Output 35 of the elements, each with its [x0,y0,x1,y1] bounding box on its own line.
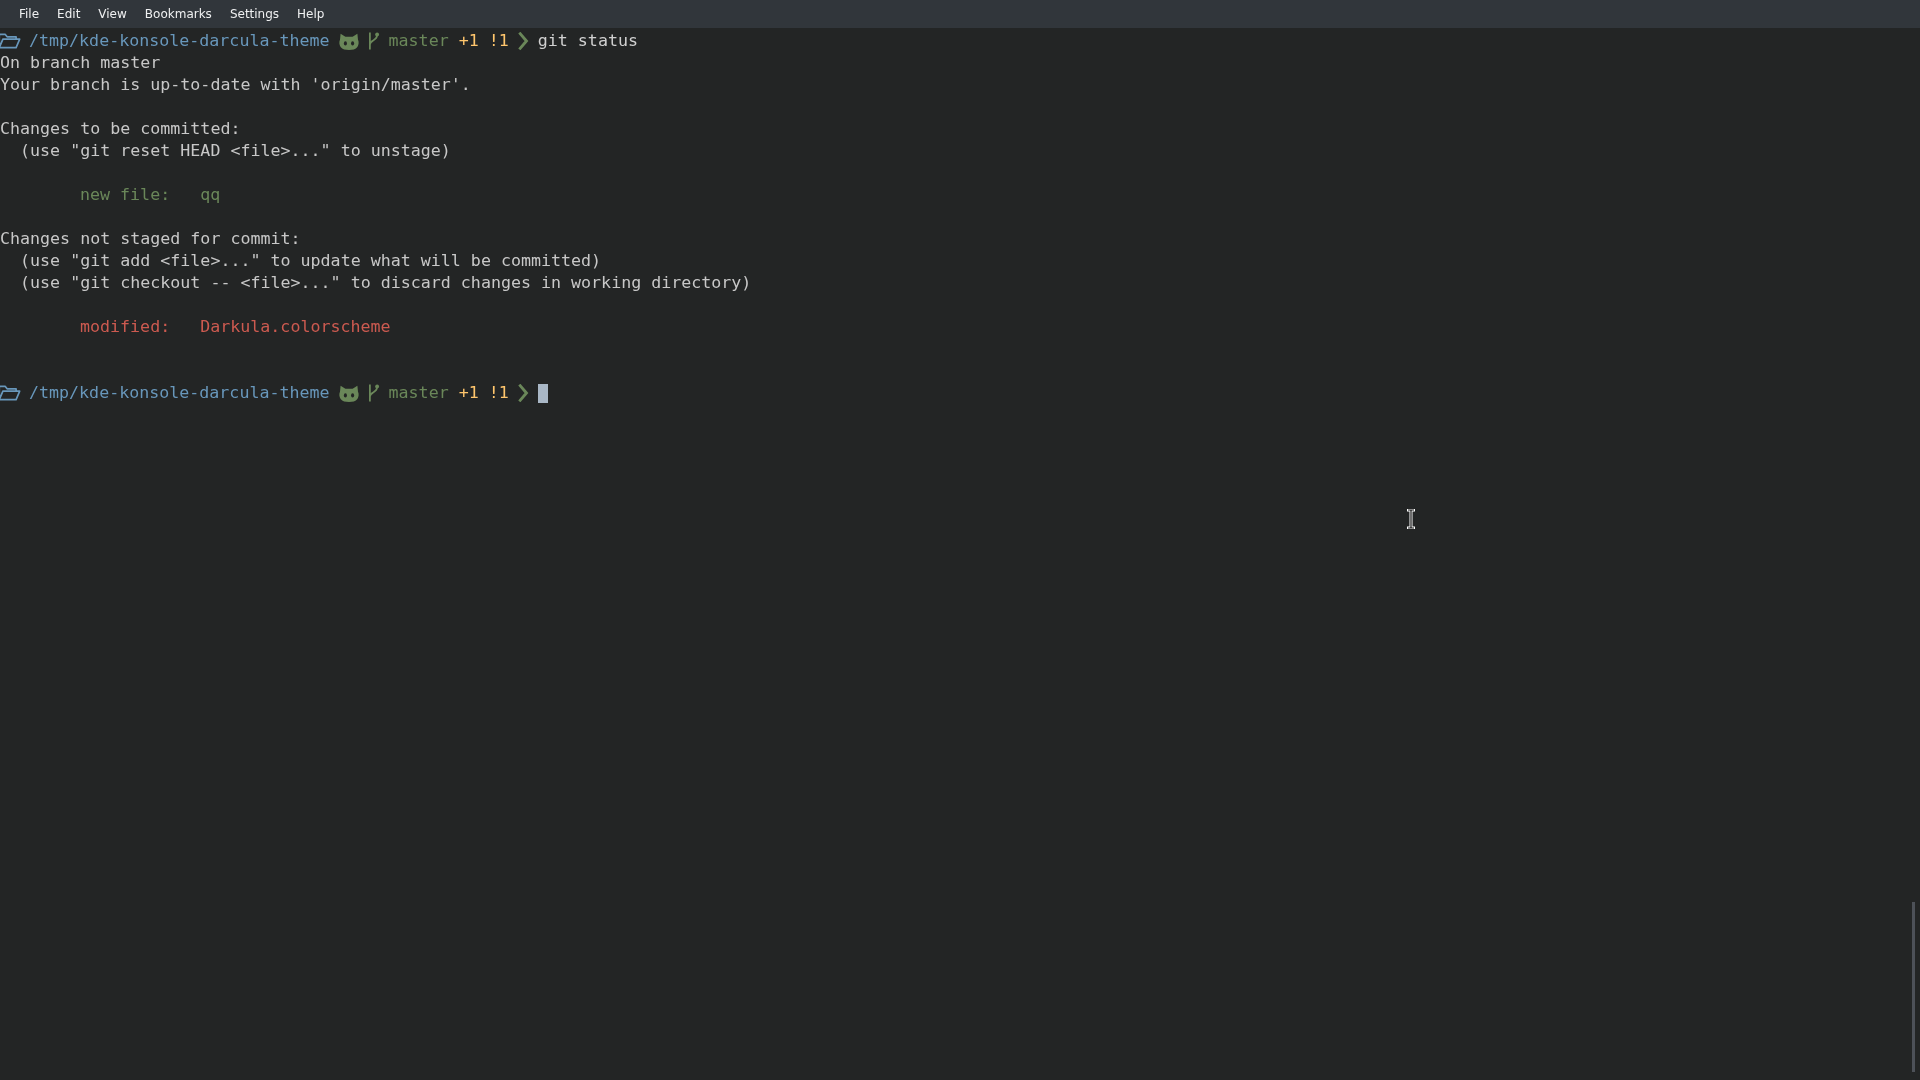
modified-count: !1 [488,382,509,404]
output-line: new file: qq [79,184,221,206]
cat-face-icon [337,383,360,403]
command-text: git status [537,30,638,52]
text-cursor-icon [1406,509,1416,529]
output-line: On branch master [0,52,161,74]
output-line: Changes not staged for commit: [0,228,301,250]
staged-count: +1 [458,382,479,404]
output-line: Your branch is up-to-date with 'origin/master'. [0,74,471,96]
output-line: modified: Darkula.colorscheme [79,316,391,338]
menu-item[interactable]: View [89,7,136,21]
chevron-icon [517,31,529,51]
prompt-path: /tmp/kde-konsole-darcula-theme [29,30,330,52]
menu-item[interactable]: Bookmarks [135,7,221,21]
scrollbar-thumb[interactable] [1912,902,1915,1072]
menu-item[interactable]: Settings [220,7,289,21]
branch-name: master [388,30,449,52]
text-cursor [537,383,548,403]
prompt-path: /tmp/kde-konsole-darcula-theme [29,382,330,404]
menu-item[interactable]: Edit [48,7,90,21]
chevron-icon [517,383,529,403]
modified-count: !1 [488,30,509,52]
cat-face-icon [337,31,360,51]
output-line: (use "git checkout -- <file>..." to discard changes in working directory) [19,272,752,294]
git-branch-icon [366,383,380,403]
staged-count: +1 [458,30,479,52]
git-branch-icon [366,31,380,51]
output-line: Changes to be committed: [0,118,241,140]
output-line: (use "git add <file>..." to update what will be committed) [19,250,602,272]
folder-icon [0,384,21,402]
menu-item[interactable]: File [10,7,49,21]
output-line: (use "git reset HEAD <file>..." to unstage) [19,140,451,162]
branch-name: master [388,382,449,404]
menu-item[interactable]: Help [288,7,334,21]
folder-icon [0,32,21,50]
